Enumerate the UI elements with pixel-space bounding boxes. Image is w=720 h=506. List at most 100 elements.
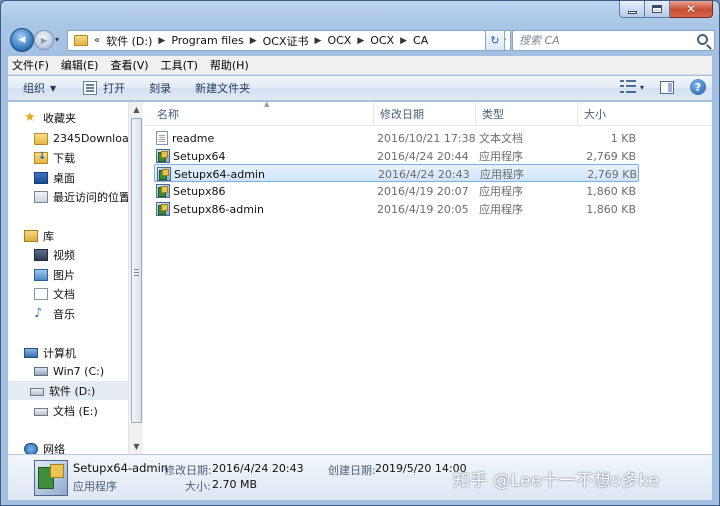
file-name: Setupx86-admin — [173, 202, 264, 216]
burn-button[interactable]: 刻录 — [149, 80, 171, 96]
organize-button[interactable]: 组织 ▼ — [23, 80, 56, 96]
menu-file[interactable]: 文件(F) — [12, 57, 49, 73]
nav-item-label: 文档 — [53, 287, 75, 301]
menu-edit[interactable]: 编辑(E) — [61, 57, 99, 73]
forward-arrow-icon: ▶ — [40, 35, 48, 45]
preview-pane-icon[interactable] — [660, 80, 674, 94]
file-row-setupx64[interactable]: Setupx64 2016/4/24 20:44 应用程序 2,769 KB — [154, 147, 639, 165]
recent-places-icon — [34, 190, 48, 203]
nav-network-label: 网络 — [43, 442, 65, 455]
file-size: 2,769 KB — [587, 167, 637, 181]
breadcrumb-separator-icon[interactable]: ▶ — [158, 36, 165, 46]
open-button[interactable]: 打开 — [83, 80, 125, 96]
menu-help[interactable]: 帮助(H) — [210, 57, 249, 73]
file-row-setupx64-admin[interactable]: Setupx64-admin 2016/4/24 20:43 应用程序 2,76… — [154, 164, 639, 182]
scroll-thumb[interactable] — [131, 118, 142, 423]
breadcrumb-separator-icon[interactable]: ▶ — [400, 36, 407, 46]
nav-item-documents[interactable]: 文档 — [34, 284, 75, 303]
system-drive-icon — [34, 367, 48, 376]
file-name-cell: Setupx64-admin — [157, 165, 265, 183]
nav-item-2345downloads[interactable]: 2345Downloads — [34, 129, 129, 148]
nav-item-drive-c[interactable]: Win7 (C:) — [34, 362, 104, 381]
nav-item-recent-places[interactable]: 最近访问的位置 — [34, 187, 129, 206]
nav-item-music[interactable]: ♪ 音乐 — [34, 304, 75, 323]
details-modified-value: 2016/4/24 20:43 — [212, 462, 304, 475]
folder-icon — [34, 132, 48, 145]
nav-libraries[interactable]: 库 — [24, 226, 54, 245]
picture-library-icon — [34, 268, 48, 281]
column-type[interactable]: 类型 — [476, 102, 578, 126]
navigation-scrollbar[interactable]: ▲ ▼ — [128, 102, 143, 454]
forward-button[interactable]: ▶ — [34, 30, 54, 50]
menu-view[interactable]: 查看(V) — [110, 57, 148, 73]
nav-favorites[interactable]: ★ 收藏夹 — [24, 108, 76, 127]
file-row-setupx86[interactable]: Setupx86 2016/4/19 20:07 应用程序 1,860 KB — [154, 182, 639, 200]
navigation-pane: ★ 收藏夹 2345Downloads 下载 桌面 最近访问的位置 — [8, 102, 129, 454]
nav-item-videos[interactable]: 视频 — [34, 245, 75, 264]
breadcrumb-separator-icon[interactable]: ▶ — [357, 36, 364, 46]
setup-exe-icon — [156, 149, 170, 163]
column-type-label: 类型 — [482, 108, 504, 121]
nav-item-desktop[interactable]: 桌面 — [34, 168, 75, 187]
nav-item-label: Win7 (C:) — [53, 365, 105, 378]
nav-computer[interactable]: 计算机 — [24, 343, 76, 362]
details-created-label: 创建日期: — [328, 464, 376, 477]
file-date: 2016/10/21 17:38 — [377, 131, 476, 145]
breadcrumb-separator-icon[interactable]: ▶ — [250, 36, 257, 46]
nav-libraries-label: 库 — [43, 229, 54, 243]
nav-item-downloads[interactable]: 下载 — [34, 148, 75, 167]
file-size: 1,860 KB — [586, 202, 636, 216]
file-name-cell: Setupx86 — [156, 182, 226, 200]
help-icon[interactable]: ? — [690, 79, 706, 95]
breadcrumb-overflow[interactable]: « — [94, 35, 100, 46]
column-name[interactable]: 名称 ▲ — [151, 100, 374, 126]
search-input[interactable] — [519, 34, 689, 47]
menu-tools[interactable]: 工具(T) — [161, 57, 198, 73]
file-type: 应用程序 — [479, 185, 523, 198]
music-note-icon: ♪ — [34, 305, 43, 321]
search-box[interactable] — [512, 30, 715, 51]
file-row-readme[interactable]: readme 2016/10/21 17:38 文本文档 1 KB — [154, 129, 639, 147]
maximize-button[interactable] — [645, 1, 670, 18]
back-button[interactable]: ◀ — [10, 28, 34, 52]
breadcrumb-item[interactable]: OCX — [370, 34, 394, 47]
back-arrow-icon: ◀ — [18, 35, 26, 45]
file-date: 2016/4/19 20:07 — [377, 184, 469, 198]
search-icon[interactable] — [697, 34, 708, 45]
breadcrumb-item[interactable]: CA — [413, 34, 428, 47]
file-row-setupx86-admin[interactable]: Setupx86-admin 2016/4/19 20:05 应用程序 1,86… — [154, 200, 639, 218]
column-size[interactable]: 大小 — [578, 102, 648, 126]
breadcrumb-item[interactable]: OCX — [327, 34, 351, 47]
new-folder-button[interactable]: 新建文件夹 — [195, 80, 250, 96]
file-name: readme — [172, 131, 215, 145]
nav-item-pictures[interactable]: 图片 — [34, 265, 75, 284]
minimize-button[interactable] — [619, 1, 645, 18]
refresh-button[interactable]: ↻ — [485, 30, 505, 51]
scroll-down-icon[interactable]: ▼ — [129, 439, 144, 454]
recent-pages-button[interactable]: ▾ — [55, 35, 65, 45]
scroll-up-icon[interactable]: ▲ — [129, 102, 144, 117]
breadcrumb-item[interactable]: Program files — [171, 34, 243, 47]
computer-icon — [24, 347, 38, 358]
nav-item-drive-e[interactable]: 文档 (E:) — [34, 401, 98, 420]
column-date[interactable]: 修改日期 — [374, 102, 476, 126]
refresh-icon: ↻ — [490, 34, 500, 47]
setup-exe-icon — [156, 202, 170, 216]
file-type: 文本文档 — [479, 132, 523, 145]
nav-network[interactable]: 网络 — [24, 439, 65, 454]
nav-item-drive-d[interactable]: 软件 (D:) — [8, 381, 129, 400]
content-area: ★ 收藏夹 2345Downloads 下载 桌面 最近访问的位置 — [8, 100, 712, 454]
breadcrumb-item[interactable]: OCX证书 — [263, 33, 309, 49]
video-library-icon — [34, 248, 48, 261]
breadcrumb-separator-icon[interactable]: ▶ — [315, 36, 322, 46]
close-button[interactable]: ✕ — [670, 1, 713, 18]
change-view-icon[interactable] — [619, 80, 636, 94]
view-options-icon[interactable]: ▾ — [640, 83, 644, 92]
address-bar[interactable]: « 软件 (D:) ▶ Program files ▶ OCX证书 ▶ OCX ▶ OC… — [67, 30, 511, 51]
burn-label: 刻录 — [149, 82, 172, 95]
breadcrumb-item[interactable]: 软件 (D:) — [106, 33, 152, 49]
column-size-label: 大小 — [584, 108, 606, 121]
file-size: 1,860 KB — [586, 184, 636, 198]
explorer-window: ✕ ◀ ▶ ▾ « 软件 (D:) ▶ Program files ▶ OCX证书 ▶… — [0, 0, 720, 506]
network-icon — [24, 442, 38, 454]
